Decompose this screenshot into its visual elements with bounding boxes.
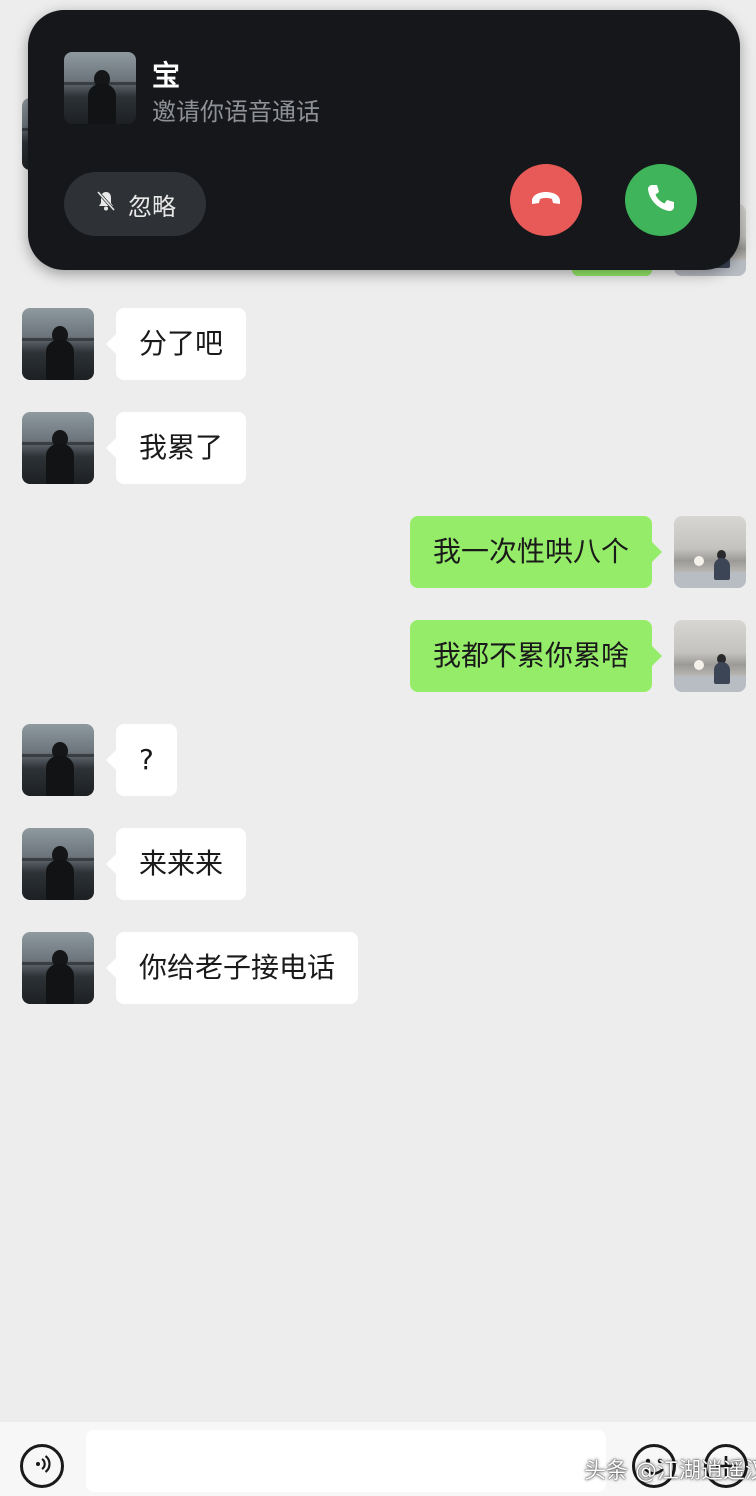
message-bubble-received[interactable]: 你给老子接电话	[105, 932, 359, 1004]
phone-hangup-icon	[526, 178, 566, 222]
watermark: 头条 @江湖逍遥汉	[560, 1452, 756, 1486]
message-bubble-received[interactable]: 我累了	[105, 412, 247, 484]
message-bubble-sent[interactable]: 我一次性哄八个	[409, 516, 663, 588]
accept-call-button[interactable]	[625, 164, 697, 236]
ignore-label: 忽略	[128, 192, 176, 221]
message-input[interactable]	[86, 1430, 606, 1492]
contact-avatar[interactable]	[22, 932, 94, 1004]
contact-avatar[interactable]	[22, 308, 94, 380]
message-bubble-received[interactable]: 分了吧	[105, 308, 247, 380]
contact-avatar[interactable]	[22, 828, 94, 900]
bell-muted-icon	[94, 189, 118, 219]
voice-toggle-icon	[30, 1452, 54, 1480]
contact-avatar[interactable]	[22, 412, 94, 484]
call-status-text: 邀请你语音通话	[152, 98, 320, 126]
contact-avatar[interactable]	[22, 724, 94, 796]
watermark-text: 头条 @江湖逍遥汉	[584, 1459, 756, 1484]
message-bubble-received[interactable]: 来来来	[105, 828, 247, 900]
message-bubble-received[interactable]: ?	[106, 724, 177, 796]
ignore-button[interactable]: 忽略	[64, 172, 206, 236]
my-avatar[interactable]	[674, 516, 746, 588]
phone-icon	[641, 178, 681, 222]
my-avatar[interactable]	[674, 620, 746, 692]
caller-avatar	[64, 52, 136, 124]
mic-icon	[560, 1452, 580, 1486]
voice-toggle-button[interactable]	[20, 1444, 64, 1488]
message-bubble-sent[interactable]: 我都不累你累啥	[409, 620, 663, 692]
incoming-call-banner[interactable]: 宝 邀请你语音通话 忽略	[28, 10, 740, 270]
caller-name: 宝	[152, 59, 181, 92]
chat-screen: 分了吧 我累了 我一次性哄八个 我都不累你累啥 ? 来来来 你给老子接电话 宝 …	[0, 0, 756, 1496]
decline-call-button[interactable]	[510, 164, 582, 236]
